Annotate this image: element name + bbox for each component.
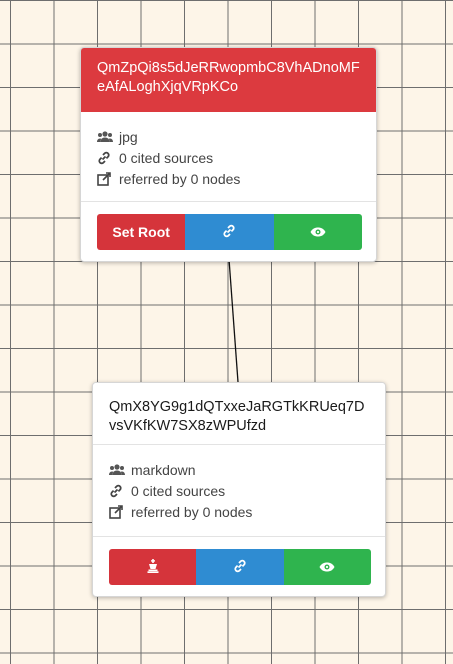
eye-icon xyxy=(310,224,326,240)
node-footer-divider xyxy=(93,536,385,537)
view-button[interactable] xyxy=(273,214,362,250)
node-type: markdown xyxy=(131,461,196,478)
set-root-button[interactable] xyxy=(109,549,197,585)
link-icon xyxy=(233,559,247,576)
chess-king-icon xyxy=(147,558,159,576)
link-button[interactable] xyxy=(185,214,274,250)
node-actions xyxy=(109,549,371,585)
node-footer-divider xyxy=(81,201,376,202)
node-actions: Set Root xyxy=(97,214,362,250)
node-card[interactable]: QmX8YG9g1dQTxxeJaRGTkKRUeq7DvsVKfKW7SX8z… xyxy=(92,382,386,597)
node-type-row: markdown xyxy=(109,459,369,480)
link-icon xyxy=(109,484,131,498)
node-cited-row: 0 cited sources xyxy=(97,147,360,168)
external-link-icon xyxy=(97,171,119,186)
node-hash-title[interactable]: QmX8YG9g1dQTxxeJaRGTkKRUeq7DvsVKfKW7SX8z… xyxy=(93,383,385,445)
node-meta: jpg 0 cited sources referred by 0 nodes xyxy=(81,112,376,189)
node-referred-row: referred by 0 nodes xyxy=(109,501,369,522)
node-card[interactable]: QmZpQi8s5dJeRRwopmbC8VhADnoMFeAfALoghXjq… xyxy=(80,47,377,262)
link-icon xyxy=(222,224,236,241)
view-button[interactable] xyxy=(283,549,371,585)
set-root-button[interactable]: Set Root xyxy=(97,214,186,250)
external-link-icon xyxy=(109,504,131,519)
node-meta: markdown 0 cited sources referred by 0 n… xyxy=(93,445,385,522)
graph-canvas[interactable]: QmZpQi8s5dJeRRwopmbC8VhADnoMFeAfALoghXjq… xyxy=(0,0,453,664)
node-referred: referred by 0 nodes xyxy=(131,503,253,520)
users-icon xyxy=(97,131,119,142)
edge-line xyxy=(228,258,239,383)
node-referred: referred by 0 nodes xyxy=(119,170,241,187)
link-button[interactable] xyxy=(196,549,284,585)
node-cited: 0 cited sources xyxy=(131,482,226,499)
node-hash-title[interactable]: QmZpQi8s5dJeRRwopmbC8VhADnoMFeAfALoghXjq… xyxy=(81,48,376,112)
node-cited-row: 0 cited sources xyxy=(109,480,369,501)
node-type-row: jpg xyxy=(97,126,360,147)
link-icon xyxy=(97,151,119,165)
node-type: jpg xyxy=(119,128,138,145)
eye-icon xyxy=(319,559,335,575)
node-cited: 0 cited sources xyxy=(119,149,214,166)
users-icon xyxy=(109,464,131,475)
node-referred-row: referred by 0 nodes xyxy=(97,168,360,189)
